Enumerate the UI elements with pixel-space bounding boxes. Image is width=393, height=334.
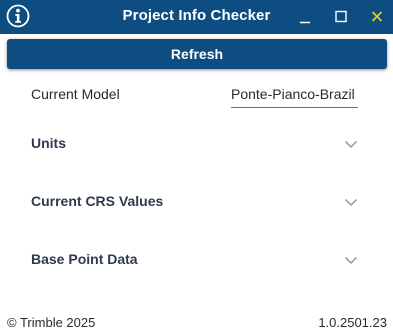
- units-section-title: Units: [31, 135, 66, 151]
- maximize-icon: [335, 10, 347, 23]
- title-bar: Project Info Checker: [0, 0, 393, 34]
- current-model-field[interactable]: Ponte-Pianco-Brazil: [231, 80, 358, 108]
- chevron-down-icon: [344, 198, 358, 207]
- version-text: 1.0.2501.23: [318, 315, 387, 330]
- close-button[interactable]: [362, 0, 392, 34]
- chevron-down-icon: [344, 140, 358, 149]
- units-section-header[interactable]: Units: [0, 124, 393, 164]
- close-icon: [371, 11, 383, 22]
- info-badge-icon: [6, 4, 30, 28]
- copyright-text: © Trimble 2025: [7, 315, 96, 330]
- current-model-label: Current Model: [31, 86, 120, 102]
- crs-section-title: Current CRS Values: [31, 193, 164, 209]
- chevron-down-icon: [344, 256, 358, 265]
- base-point-section-header[interactable]: Base Point Data: [0, 240, 393, 280]
- minimize-button[interactable]: [290, 0, 320, 34]
- minimize-icon: [300, 21, 310, 24]
- refresh-button[interactable]: Refresh: [7, 39, 387, 69]
- base-point-section-title: Base Point Data: [31, 251, 138, 267]
- maximize-button[interactable]: [326, 0, 356, 34]
- crs-section-header[interactable]: Current CRS Values: [0, 182, 393, 222]
